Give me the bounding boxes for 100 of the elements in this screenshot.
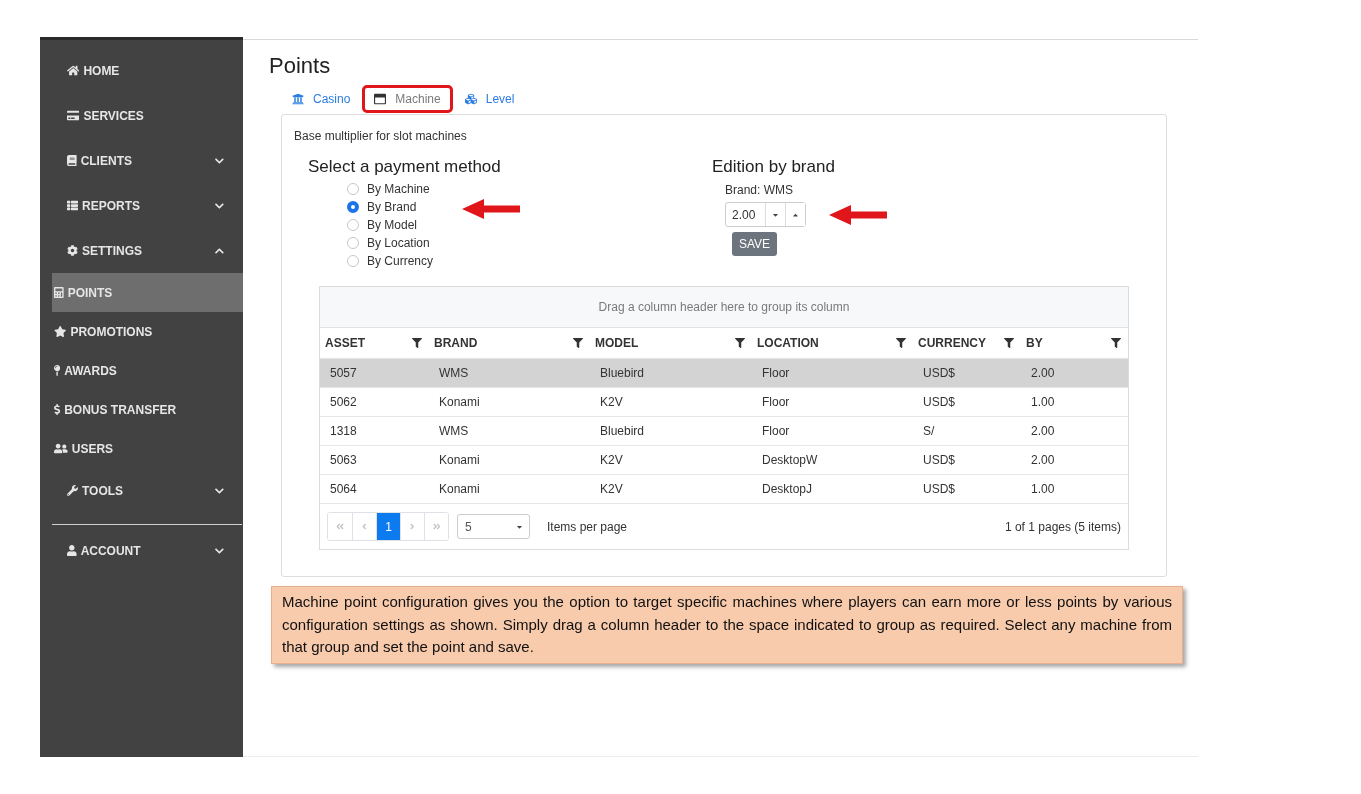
page-button[interactable]: 1 [376, 513, 400, 540]
number-spinner[interactable]: 2.00 [725, 202, 806, 227]
radio-label[interactable]: By Model [367, 218, 418, 232]
nav-link[interactable]: SERVICES [40, 93, 243, 138]
table-cell-text: 2.00 [1030, 452, 1056, 469]
table-cell-text: Floor [761, 423, 791, 440]
table-cell-text: USD$ [922, 452, 956, 469]
section-title: Edition by brand [712, 157, 835, 177]
chevron-down-icon[interactable] [215, 200, 224, 211]
pin-icon [54, 365, 61, 376]
brand-label: Brand: WMS [725, 183, 793, 197]
table-cell-text: Bluebird [599, 365, 646, 382]
nav-link[interactable]: REPORTS [40, 183, 243, 228]
nav-link[interactable]: POINTS [52, 273, 243, 312]
nav-link[interactable]: BONUS TRANSFER [52, 390, 243, 429]
filter-icon[interactable] [412, 338, 422, 348]
table-cell-text: Konami [438, 452, 481, 469]
calculator-icon [54, 287, 64, 298]
page-size-label: Items per page [547, 519, 628, 534]
radio-button[interactable] [347, 219, 359, 231]
filter-icon[interactable] [573, 338, 583, 348]
tab[interactable]: Machine [362, 85, 453, 113]
nav-link[interactable]: SETTINGS [40, 228, 243, 273]
column-header[interactable]: LOCATION [757, 336, 819, 350]
radio-button[interactable] [347, 183, 359, 195]
bank-icon [292, 93, 304, 105]
table-cell-text: K2V [599, 481, 624, 498]
table-cell-text: 5057 [329, 365, 358, 382]
pager-summary: 1 of 1 pages (5 items) [1004, 519, 1121, 534]
nav-link[interactable]: TOOLS [40, 468, 243, 513]
users-icon [54, 443, 68, 454]
column-header[interactable]: BY [1026, 336, 1043, 350]
nav-link[interactable]: CLIENTS [40, 138, 243, 183]
chevron-down-icon[interactable] [215, 485, 224, 496]
chevron-up-icon[interactable] [215, 245, 224, 256]
tab[interactable]: Level [452, 85, 527, 113]
cubes-icon [464, 93, 477, 105]
double-chevron-left-icon [336, 522, 344, 531]
page-size-select[interactable]: 5 [457, 514, 530, 539]
wrench-icon [67, 485, 78, 496]
window-icon [374, 93, 387, 105]
nav-link[interactable]: ACCOUNT [40, 528, 243, 573]
filter-icon[interactable] [1111, 338, 1121, 348]
user-icon [67, 545, 77, 556]
group-drop-area[interactable]: Drag a column header here to group its column [320, 287, 1128, 328]
radio-button[interactable] [347, 201, 359, 213]
chevron-right-icon [410, 522, 415, 531]
radio-label[interactable]: By Brand [367, 200, 417, 214]
column-header[interactable]: BRAND [434, 336, 478, 350]
table-cell-text: 2.00 [1030, 365, 1056, 382]
table-cell-text: 5064 [329, 481, 358, 498]
table-cell-text: 5063 [329, 452, 358, 469]
table-cell-text: DesktopJ [761, 481, 814, 498]
left-arrow-icon [462, 199, 520, 219]
table-cell-text: Bluebird [599, 423, 646, 440]
table-cell-text: 2.00 [1030, 423, 1056, 440]
nav-link[interactable]: USERS [52, 429, 243, 468]
table-cell-text: K2V [599, 452, 624, 469]
double-chevron-right-icon [432, 522, 441, 531]
book-icon [67, 155, 77, 166]
filter-icon[interactable] [896, 338, 906, 348]
home-icon [67, 65, 80, 76]
list-icon [67, 200, 78, 211]
nav-link[interactable]: AWARDS [52, 351, 243, 390]
save-button[interactable]: SAVE [732, 232, 778, 256]
chevron-left-icon [362, 522, 367, 531]
nav-link[interactable]: HOME [40, 48, 243, 93]
table-cell-text: K2V [599, 394, 624, 411]
radio-label[interactable]: By Location [367, 236, 430, 250]
star-icon [54, 326, 67, 337]
table-cell-text: 5062 [329, 394, 358, 411]
table-cell-text: Konami [438, 481, 481, 498]
left-arrow-icon [829, 204, 887, 225]
filter-icon[interactable] [1004, 338, 1014, 348]
note-callout: Machine point configuration gives you the option to target specific machines where players can earn more or less points by various configuration settings as shown. Simply drag a column header to the space indicated to group as required. Select any machine from that group and set the point and save. [271, 586, 1183, 664]
chevron-down-icon[interactable] [215, 545, 224, 556]
chevron-down-icon[interactable] [215, 155, 224, 166]
table-cell-text: DesktopW [761, 452, 819, 469]
table-cell-text: Konami [438, 394, 481, 411]
table-cell-text: 1.00 [1030, 394, 1056, 411]
credit-card-icon [67, 110, 80, 121]
radio-label[interactable]: By Machine [367, 182, 430, 196]
radio-label[interactable]: By Currency [367, 254, 434, 268]
tab[interactable]: Casino [280, 85, 363, 113]
table-cell-text: 1.00 [1030, 481, 1056, 498]
filter-icon[interactable] [735, 338, 745, 348]
column-header[interactable]: ASSET [325, 336, 365, 350]
table-cell-text: USD$ [922, 394, 956, 411]
table-row[interactable]: 5057 WMS Bluebird Floor USD$ 2.00 [320, 358, 1128, 387]
radio-button[interactable] [347, 237, 359, 249]
panel-description: Base multiplier for slot machines [294, 129, 468, 143]
column-header[interactable]: CURRENCY [918, 336, 986, 350]
table-cell-text: Floor [761, 365, 791, 382]
radio-button[interactable] [347, 255, 359, 267]
number-field[interactable]: 2.00 [726, 203, 765, 226]
table-cell-text: USD$ [922, 365, 956, 382]
dollar-icon [54, 404, 61, 415]
table-cell-text: WMS [438, 423, 470, 440]
column-header[interactable]: MODEL [595, 336, 639, 350]
nav-link[interactable]: PROMOTIONS [52, 312, 243, 351]
